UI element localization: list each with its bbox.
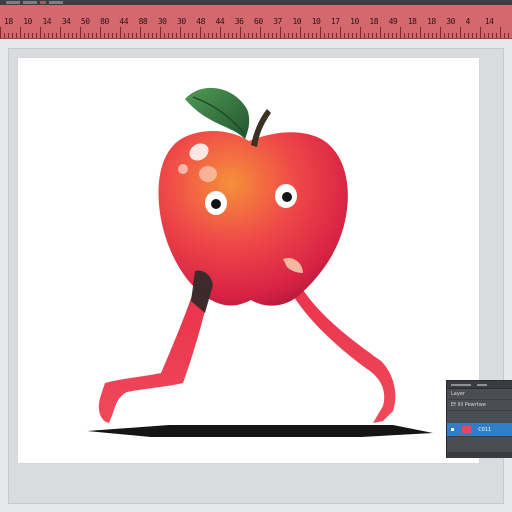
layers-filter-row[interactable]: Ef Iill Pewrtwe xyxy=(447,400,512,411)
highlight xyxy=(199,166,217,182)
layers-panel-header[interactable] xyxy=(447,381,512,389)
ground-shadow xyxy=(87,425,433,437)
layers-options-row[interactable]: Layer xyxy=(447,389,512,400)
ruler-label: 30 xyxy=(177,17,186,26)
layers-panel-footer[interactable] xyxy=(447,452,512,458)
ruler-label: 10 xyxy=(292,17,302,26)
ruler-label: 10 xyxy=(350,17,359,26)
ruler-label: 44 xyxy=(119,17,129,26)
layer-name: C011 xyxy=(478,427,492,433)
visibility-toggle-icon[interactable] xyxy=(451,428,454,431)
ruler-label: 14 xyxy=(484,17,494,26)
ruler-label: 4 xyxy=(465,17,471,26)
ruler-label: 50 xyxy=(80,17,90,26)
horizontal-ruler[interactable]: 18 10 14 34 50 80 44 88 30 30 48 44 36 60 37 10 10 17 10 18… xyxy=(0,5,512,39)
layer-row-selected[interactable]: C011 xyxy=(447,423,512,437)
layer-color-swatch xyxy=(461,426,471,433)
ruler-label: 30 xyxy=(446,17,455,26)
artboard[interactable] xyxy=(17,57,480,464)
ruler-label: 18 xyxy=(427,17,436,26)
ruler-label: 34 xyxy=(61,17,71,26)
apple-illustration[interactable] xyxy=(18,58,481,465)
ruler-label: 17 xyxy=(330,17,340,26)
layers-header-label: Layer xyxy=(451,391,465,397)
window-controls[interactable] xyxy=(6,1,63,4)
ruler-label: 44 xyxy=(215,17,225,26)
ruler-label: 36 xyxy=(234,17,244,26)
ruler-label: 18 xyxy=(369,17,379,26)
ruler-label: 10 xyxy=(311,17,321,26)
tab-layers[interactable] xyxy=(451,384,471,386)
layers-panel: Layer Ef Iill Pewrtwe C011 xyxy=(446,380,512,458)
layers-filter-label: Ef Iill Pewrtwe xyxy=(451,402,486,408)
left-pupil xyxy=(211,199,221,209)
apple-body xyxy=(158,130,348,306)
ruler-label: 37 xyxy=(273,17,282,26)
ruler-label: 49 xyxy=(388,17,398,26)
ruler-label: 18 xyxy=(407,17,417,26)
highlight xyxy=(178,164,188,174)
ruler-label: 18 xyxy=(4,17,13,26)
ruler-labels: 18 10 14 34 50 80 44 88 30 30 48 44 36 60 37 10 10 17 10 18… xyxy=(0,17,512,29)
tab-other[interactable] xyxy=(477,384,487,386)
ruler-label: 10 xyxy=(23,17,32,26)
ruler-label: 48 xyxy=(196,17,205,26)
ruler-label: 88 xyxy=(138,17,148,26)
ruler-label: 14 xyxy=(42,17,52,26)
right-pupil xyxy=(282,192,292,202)
ruler-label: 60 xyxy=(254,17,263,26)
ruler-label: 80 xyxy=(100,17,109,26)
ruler-label: 30 xyxy=(157,17,167,26)
